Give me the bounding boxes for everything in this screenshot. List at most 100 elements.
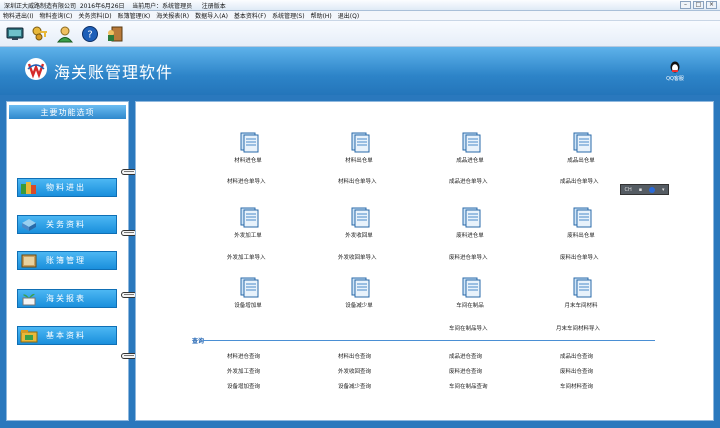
equipment-add-slip[interactable]: 设备增加单 bbox=[203, 276, 293, 309]
slip-label: 外发收回单 bbox=[345, 233, 373, 239]
material-in-slip[interactable]: 材料进仓单 bbox=[203, 131, 293, 164]
svg-text:?: ? bbox=[87, 29, 92, 40]
slip-label: 月末车间材料 bbox=[564, 303, 598, 309]
nav-button-label: 物料进出 bbox=[46, 183, 86, 192]
menu-item-customs-data[interactable]: 关务资料(D) bbox=[78, 11, 111, 20]
import-link[interactable]: 废料进仓单导入 bbox=[449, 253, 488, 261]
month-end-material-slip[interactable]: 月末车间材料 bbox=[536, 276, 626, 309]
equipment-reduce-slip[interactable]: 设备减少单 bbox=[314, 276, 404, 309]
query-link[interactable]: 设备减少查询 bbox=[338, 382, 371, 390]
help-icon[interactable]: ? bbox=[80, 24, 100, 44]
ime-mini-toolbar[interactable]: CH ▪ ▾ bbox=[620, 184, 669, 195]
import-link[interactable]: 材料出仓单导入 bbox=[338, 177, 377, 185]
document-icon bbox=[566, 276, 596, 300]
title-bar: 深圳正大威路制造有限公司 2016年6月26日 当前用户：系统管理员 注册版本 … bbox=[0, 0, 720, 11]
slip-label: 材料出仓单 bbox=[345, 158, 373, 164]
nav-button-customs-report[interactable]: 海关报表 bbox=[17, 289, 117, 308]
import-link[interactable]: 成品出仓单导入 bbox=[560, 177, 599, 185]
folder-icon bbox=[18, 327, 40, 344]
slip-label: 废料进仓单 bbox=[456, 233, 484, 239]
app-title: 海关账管理软件 bbox=[54, 63, 174, 82]
exit-icon[interactable] bbox=[105, 24, 125, 44]
menu-item-exit[interactable]: 退出(Q) bbox=[338, 11, 359, 20]
scrap-out-slip[interactable]: 废料出仓单 bbox=[536, 206, 626, 239]
outsource-return-slip[interactable]: 外发收回单 bbox=[314, 206, 404, 239]
close-button[interactable]: × bbox=[706, 1, 717, 9]
query-link[interactable]: 废料进仓查询 bbox=[449, 367, 482, 375]
import-link[interactable]: 废料出仓单导入 bbox=[560, 253, 599, 261]
query-link[interactable]: 材料出仓查询 bbox=[338, 352, 371, 360]
query-link[interactable]: 车间材料查询 bbox=[560, 382, 593, 390]
document-icon bbox=[344, 131, 374, 155]
nav-button-ledger[interactable]: 账簿管理 bbox=[17, 251, 117, 270]
menu-item-system[interactable]: 系统管理(S) bbox=[272, 11, 305, 20]
query-link[interactable]: 成品出仓查询 bbox=[560, 352, 593, 360]
ime-language-label: CH bbox=[624, 186, 632, 193]
ime-keyboard-icon: ▪ bbox=[638, 186, 643, 193]
import-link[interactable]: 车间在制品导入 bbox=[449, 324, 488, 332]
document-icon bbox=[233, 131, 263, 155]
ime-help-icon[interactable] bbox=[649, 186, 656, 193]
product-out-slip[interactable]: 成品出仓单 bbox=[536, 131, 626, 164]
nav-button-label: 关务资料 bbox=[46, 220, 86, 229]
menu-item-material-query[interactable]: 物料查询(C) bbox=[39, 11, 72, 20]
query-link[interactable]: 车间在制品查询 bbox=[449, 382, 488, 390]
query-link[interactable]: 成品进仓查询 bbox=[449, 352, 482, 360]
document-icon bbox=[566, 131, 596, 155]
slip-label: 成品出仓单 bbox=[567, 158, 595, 164]
nav-button-customs-data[interactable]: 关务资料 bbox=[17, 215, 117, 234]
menu-item-customs-report[interactable]: 海关报表(R) bbox=[156, 11, 189, 20]
report-plant-icon bbox=[18, 290, 40, 307]
keys-icon[interactable] bbox=[30, 24, 50, 44]
books-icon bbox=[18, 179, 40, 196]
import-link[interactable]: 材料进仓单导入 bbox=[227, 177, 266, 185]
menu-bar: 物料进出(I) 物料查询(C) 关务资料(D) 账簿管理(K) 海关报表(R) … bbox=[0, 11, 720, 21]
qq-support-label: QQ客服 bbox=[666, 76, 684, 82]
import-link[interactable]: 成品进仓单导入 bbox=[449, 177, 488, 185]
toolbar: ? bbox=[0, 21, 720, 47]
menu-item-basic-data[interactable]: 基本资料(F) bbox=[234, 11, 266, 20]
nav-button-label: 账簿管理 bbox=[46, 256, 86, 265]
query-divider bbox=[203, 340, 655, 341]
left-panel-heading: 主要功能选项 bbox=[9, 105, 126, 119]
query-link[interactable]: 外发收回查询 bbox=[338, 367, 371, 375]
ledger-book-icon bbox=[18, 252, 40, 269]
product-in-slip[interactable]: 成品进仓单 bbox=[425, 131, 515, 164]
user-icon[interactable] bbox=[55, 24, 75, 44]
outsource-process-slip[interactable]: 外发加工单 bbox=[203, 206, 293, 239]
material-out-slip[interactable]: 材料出仓单 bbox=[314, 131, 404, 164]
qq-support[interactable]: QQ客服 bbox=[660, 61, 690, 82]
nav-button-label: 基本资料 bbox=[46, 331, 86, 340]
slip-label: 车间在制品 bbox=[456, 303, 484, 309]
document-icon bbox=[344, 276, 374, 300]
import-link[interactable]: 外发加工单导入 bbox=[227, 253, 266, 261]
nav-button-basic-data[interactable]: 基本资料 bbox=[17, 326, 117, 345]
query-link[interactable]: 外发加工查询 bbox=[227, 367, 260, 375]
menu-item-data-import[interactable]: 数据导入(A) bbox=[195, 11, 228, 20]
wip-slip[interactable]: 车间在制品 bbox=[425, 276, 515, 309]
window-title: 深圳正大威路制造有限公司 2016年6月26日 当前用户：系统管理员 注册版本 bbox=[4, 2, 226, 10]
slip-label: 废料出仓单 bbox=[567, 233, 595, 239]
import-link[interactable]: 月末车间材料导入 bbox=[556, 324, 600, 332]
scrap-in-slip[interactable]: 废料进仓单 bbox=[425, 206, 515, 239]
nav-button-material-io[interactable]: 物料进出 bbox=[17, 178, 117, 197]
query-link[interactable]: 材料进仓查询 bbox=[227, 352, 260, 360]
document-icon bbox=[233, 206, 263, 230]
app-logo-icon bbox=[24, 57, 48, 81]
minimize-button[interactable]: – bbox=[680, 1, 691, 9]
menu-item-ledger[interactable]: 账簿管理(K) bbox=[118, 11, 151, 20]
slip-label: 设备减少单 bbox=[345, 303, 373, 309]
window-controls: – □ × bbox=[680, 1, 717, 9]
maximize-button[interactable]: □ bbox=[693, 1, 704, 9]
box-icon bbox=[18, 216, 40, 233]
query-link[interactable]: 设备增加查询 bbox=[227, 382, 260, 390]
query-link[interactable]: 废料出仓查询 bbox=[560, 367, 593, 375]
ime-options-icon[interactable]: ▾ bbox=[662, 187, 665, 193]
monitor-icon[interactable] bbox=[5, 24, 25, 44]
menu-item-help[interactable]: 帮助(H) bbox=[311, 11, 332, 20]
document-icon bbox=[233, 276, 263, 300]
menu-item-material-io[interactable]: 物料进出(I) bbox=[3, 11, 33, 20]
import-link[interactable]: 外发收回单导入 bbox=[338, 253, 377, 261]
nav-button-label: 海关报表 bbox=[46, 294, 86, 303]
slip-label: 成品进仓单 bbox=[456, 158, 484, 164]
